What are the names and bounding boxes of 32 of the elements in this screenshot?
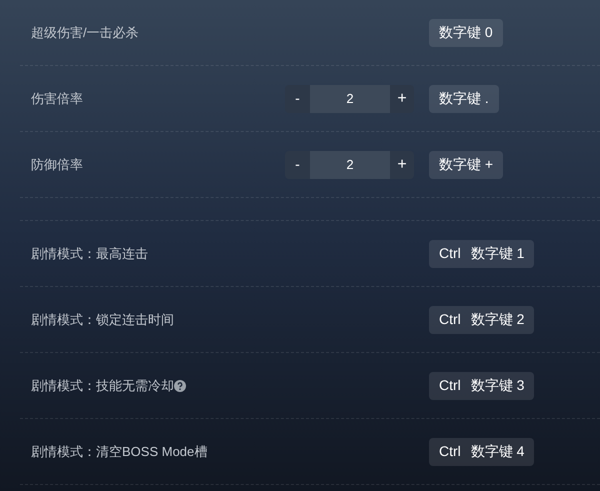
value-field[interactable]: 2 (310, 150, 390, 178)
setting-label: 防御倍率 (31, 156, 83, 174)
hotkey-key: 数字键 2 (470, 309, 524, 330)
hotkey-chip[interactable]: 数字键 . (429, 84, 499, 112)
hotkey-chip[interactable]: 数字键 0 (429, 18, 503, 46)
decrement-button[interactable]: - (285, 84, 310, 112)
hotkey-key: 数字键 1 (470, 243, 524, 264)
hotkey-key: Ctrl (439, 375, 461, 396)
decrement-button[interactable]: - (285, 150, 310, 178)
hotkey-key: Ctrl (439, 243, 461, 264)
hotkey-chip[interactable]: Ctrl 数字键 2 (429, 306, 534, 334)
setting-label: 伤害倍率 (31, 90, 83, 108)
setting-label: 剧情模式：技能无需冷却 (31, 376, 174, 395)
hotkey-chip[interactable]: Ctrl 数字键 1 (429, 240, 534, 268)
setting-label: 剧情模式：锁定连击时间 (31, 310, 174, 329)
hotkey-key: 数字键 4 (470, 441, 524, 462)
hotkey-key: 数字键 0 (439, 22, 493, 43)
hotkey-key: 数字键 3 (470, 375, 524, 396)
hotkey-key: 数字键 . (439, 88, 489, 109)
hotkey-chip[interactable]: 数字键 + (429, 150, 504, 178)
increment-button[interactable]: + (390, 150, 414, 178)
value-field[interactable]: 2 (310, 84, 390, 112)
hotkey-chip[interactable]: Ctrl 数字键 3 (429, 372, 534, 400)
hotkey-key: 数字键 + (439, 154, 494, 175)
setting-label: 超级伤害/一击必杀 (31, 24, 139, 42)
hotkey-key: Ctrl (439, 441, 461, 462)
setting-label: 剧情模式：最高连击 (31, 244, 148, 263)
setting-label: 剧情模式：清空BOSS Mode槽 (31, 442, 208, 461)
hotkey-key: Ctrl (439, 309, 461, 330)
hotkey-chip[interactable]: Ctrl 数字键 4 (429, 438, 534, 466)
help-icon[interactable] (174, 380, 186, 392)
increment-button[interactable]: + (390, 84, 414, 112)
